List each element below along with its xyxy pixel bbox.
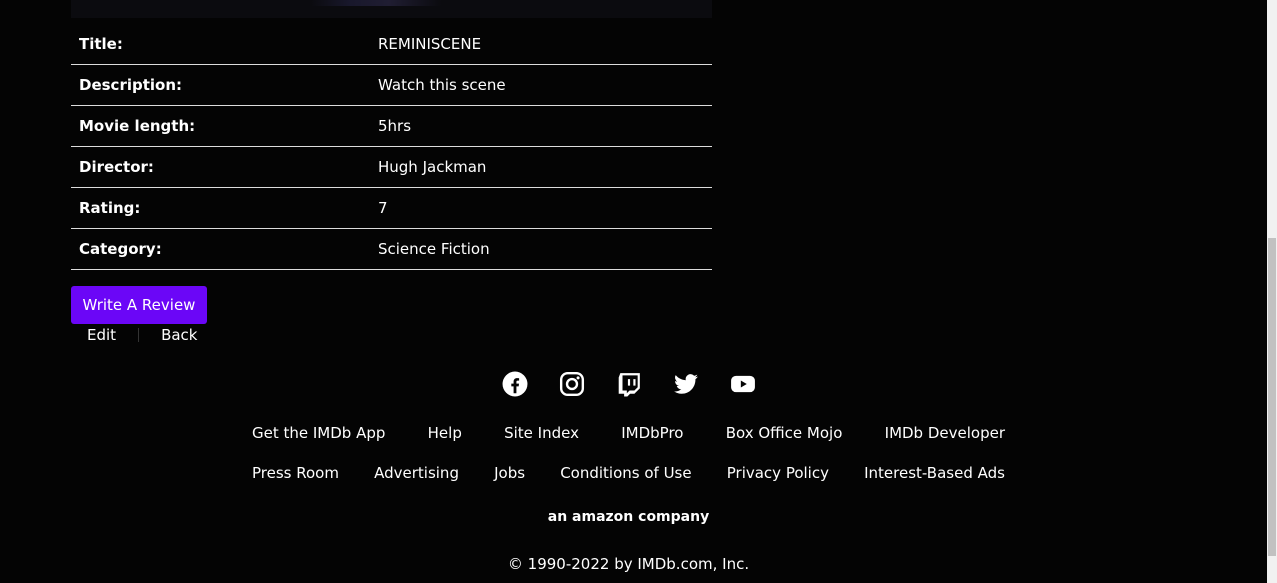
write-review-button[interactable]: Write A Review (71, 286, 207, 324)
action-links: Edit Back (87, 326, 197, 344)
edit-link[interactable]: Edit (87, 326, 116, 344)
footer-link-imdb-developer[interactable]: IMDb Developer (885, 424, 1005, 442)
detail-label: Director: (71, 146, 370, 188)
link-divider (138, 328, 140, 342)
detail-label: Movie length: (71, 105, 370, 147)
footer-link-imdb-app[interactable]: Get the IMDb App (252, 424, 385, 442)
table-row: Director: Hugh Jackman (71, 146, 712, 188)
table-row: Category: Science Fiction (71, 228, 712, 270)
detail-label: Category: (71, 228, 370, 270)
copyright-text: © 1990-2022 by IMDb.com, Inc. (507, 555, 750, 573)
scrollbar-thumb[interactable] (1268, 238, 1276, 556)
footer-links-row: Press Room Advertising Jobs Conditions o… (252, 464, 1005, 482)
facebook-icon[interactable] (502, 371, 528, 397)
footer-link-help[interactable]: Help (428, 424, 462, 442)
footer-link-box-office-mojo[interactable]: Box Office Mojo (726, 424, 843, 442)
footer-link-conditions[interactable]: Conditions of Use (560, 464, 691, 482)
social-links (502, 371, 756, 397)
detail-value: 5hrs (370, 105, 712, 147)
twitch-icon[interactable] (616, 371, 642, 397)
detail-value: Watch this scene (370, 64, 712, 106)
footer-link-press-room[interactable]: Press Room (252, 464, 339, 482)
amazon-company-logo[interactable]: an amazon company (0, 509, 1257, 525)
detail-value: Hugh Jackman (370, 146, 712, 188)
detail-value: REMINISCENE (370, 24, 712, 65)
youtube-icon[interactable] (730, 371, 756, 397)
detail-label: Description: (71, 64, 370, 106)
footer-link-privacy[interactable]: Privacy Policy (727, 464, 829, 482)
table-row: Rating: 7 (71, 187, 712, 229)
footer-link-interest-ads[interactable]: Interest-Based Ads (864, 464, 1005, 482)
footer-link-jobs[interactable]: Jobs (494, 464, 525, 482)
movie-details-table: Title: REMINISCENE Description: Watch th… (71, 24, 712, 270)
page: Title: REMINISCENE Description: Watch th… (0, 0, 1277, 583)
table-row: Movie length: 5hrs (71, 105, 712, 147)
footer-link-imdbpro[interactable]: IMDbPro (621, 424, 683, 442)
footer-links-row: Get the IMDb App Help Site Index IMDbPro… (252, 424, 1005, 442)
detail-label: Rating: (71, 187, 370, 229)
detail-value: 7 (370, 187, 712, 229)
twitter-icon[interactable] (673, 371, 699, 397)
detail-label: Title: (71, 24, 370, 65)
detail-value: Science Fiction (370, 228, 712, 270)
footer-link-site-index[interactable]: Site Index (504, 424, 579, 442)
instagram-icon[interactable] (559, 371, 585, 397)
footer-link-advertising[interactable]: Advertising (374, 464, 459, 482)
table-row: Title: REMINISCENE (71, 24, 712, 65)
page-scrollbar[interactable] (1267, 0, 1277, 583)
poster-image (71, 0, 712, 18)
back-link[interactable]: Back (161, 326, 197, 344)
table-row: Description: Watch this scene (71, 64, 712, 106)
